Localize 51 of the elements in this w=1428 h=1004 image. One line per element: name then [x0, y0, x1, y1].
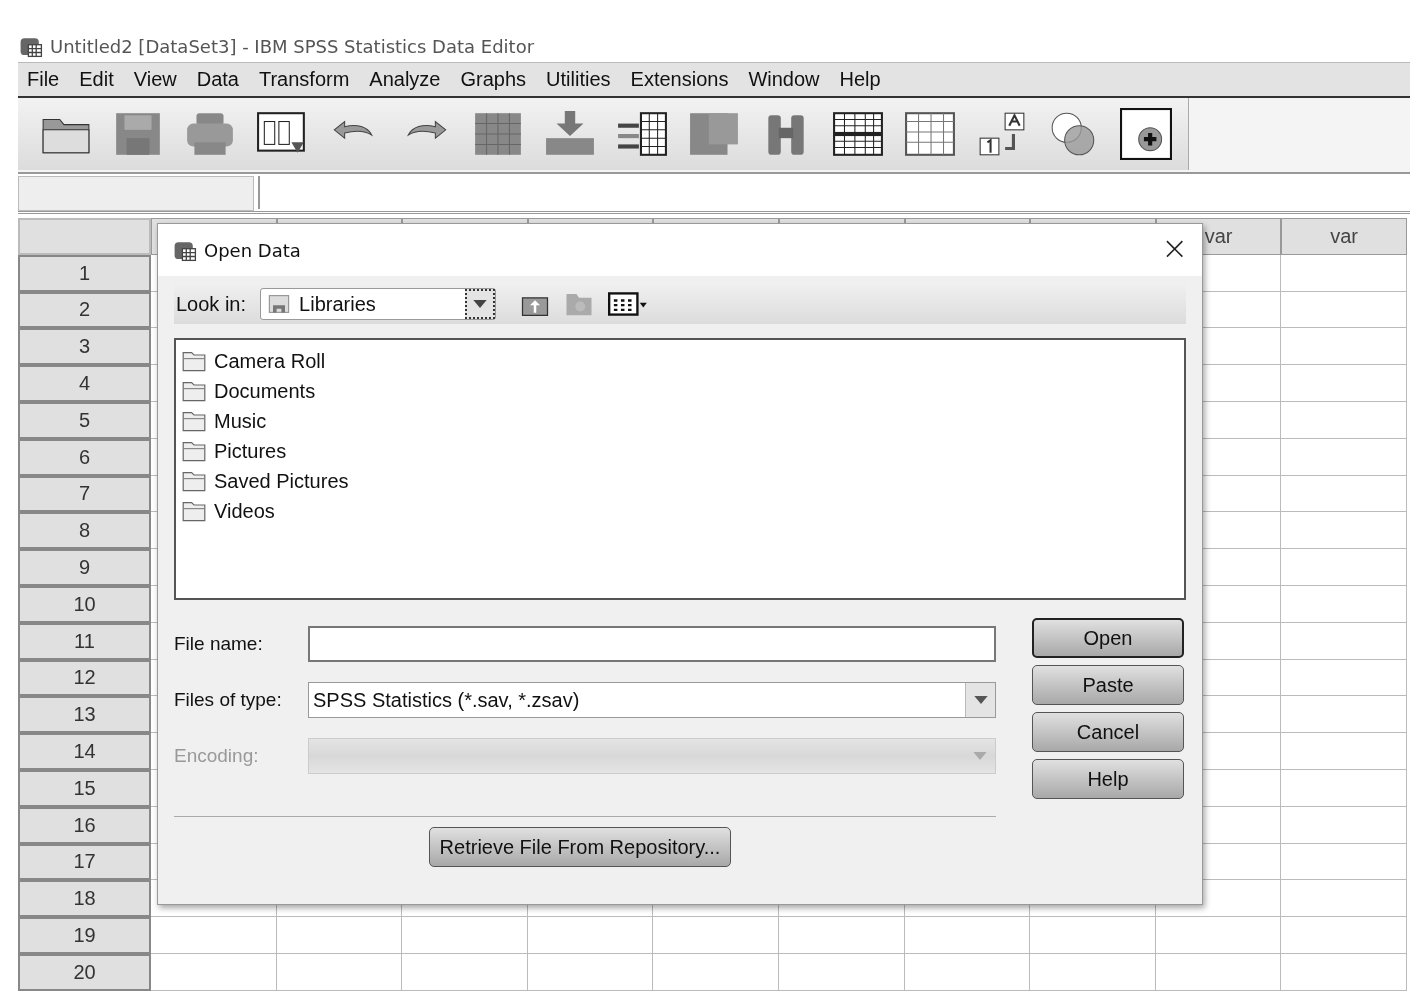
row-header[interactable]: 12	[18, 659, 151, 697]
folder-item[interactable]: Music	[182, 406, 1178, 436]
row-header[interactable]: 17	[18, 843, 151, 881]
row-header[interactable]: 14	[18, 733, 151, 770]
folder-item[interactable]: Saved Pictures	[182, 466, 1178, 496]
row-header[interactable]: 15	[18, 769, 151, 807]
menu-item[interactable]: Graphs	[457, 68, 544, 91]
menu-item[interactable]: Utilities	[543, 68, 628, 91]
folder-item[interactable]: Documents	[182, 376, 1178, 406]
menu-item[interactable]: Help	[836, 68, 898, 91]
row-header[interactable]: 2	[18, 291, 151, 329]
file-type-label: Files of type:	[174, 689, 283, 711]
row-header[interactable]: 6	[18, 438, 151, 476]
row-header[interactable]: 5	[18, 402, 151, 439]
dialog-title: Open Data	[204, 239, 301, 261]
row-header[interactable]: 13	[18, 696, 151, 734]
window-title: Untitled2 [DataSet3] - IBM SPSS Statistics Data Editor	[50, 35, 535, 57]
dialog-button[interactable]: Cancel	[1032, 712, 1184, 752]
row-header[interactable]: 7	[18, 475, 151, 513]
row-header[interactable]: 8	[18, 512, 151, 550]
row-header[interactable]: 19	[18, 917, 151, 954]
folder-item[interactable]: Videos	[182, 496, 1178, 526]
folder-item[interactable]: Camera Roll	[182, 346, 1178, 376]
dialog-button[interactable]: Help	[1032, 759, 1184, 799]
menu-item[interactable]: File	[24, 68, 77, 91]
look-in-label: Look in:	[176, 292, 247, 316]
dialog-button[interactable]: Open	[1032, 618, 1184, 658]
row-header[interactable]: 10	[18, 585, 151, 623]
menu-item[interactable]: Window	[745, 68, 837, 91]
menu-item[interactable]: Transform	[255, 68, 367, 91]
row-header[interactable]: 3	[18, 328, 151, 366]
row-header[interactable]: 16	[18, 806, 151, 844]
file-type-dropdown[interactable]: SPSS Statistics (*.sav, *.zsav)	[308, 682, 996, 718]
row-header[interactable]: 1	[18, 254, 151, 292]
look-in-dropdown[interactable]: Libraries	[260, 288, 497, 320]
menu-item[interactable]: Analyze	[366, 68, 458, 91]
column-header[interactable]: var	[1281, 218, 1407, 255]
folder-item[interactable]: Pictures	[182, 436, 1178, 466]
dialog-button[interactable]: Paste	[1032, 665, 1184, 705]
row-header[interactable]: 4	[18, 365, 151, 402]
menu-item[interactable]: Data	[193, 68, 256, 91]
row-header[interactable]: 9	[18, 549, 151, 586]
menu-item[interactable]: Edit	[76, 68, 131, 91]
row-header[interactable]: 20	[18, 953, 151, 991]
row-header[interactable]: 18	[18, 880, 151, 918]
menu-item[interactable]: Extensions	[627, 68, 746, 91]
menu-item[interactable]: View	[130, 68, 194, 91]
encoding-label: Encoding:	[174, 745, 260, 767]
row-header[interactable]: 11	[18, 622, 151, 660]
retrieve-button[interactable]: Retrieve File From Repository...	[428, 827, 732, 867]
file-name-label: File name:	[174, 633, 264, 655]
